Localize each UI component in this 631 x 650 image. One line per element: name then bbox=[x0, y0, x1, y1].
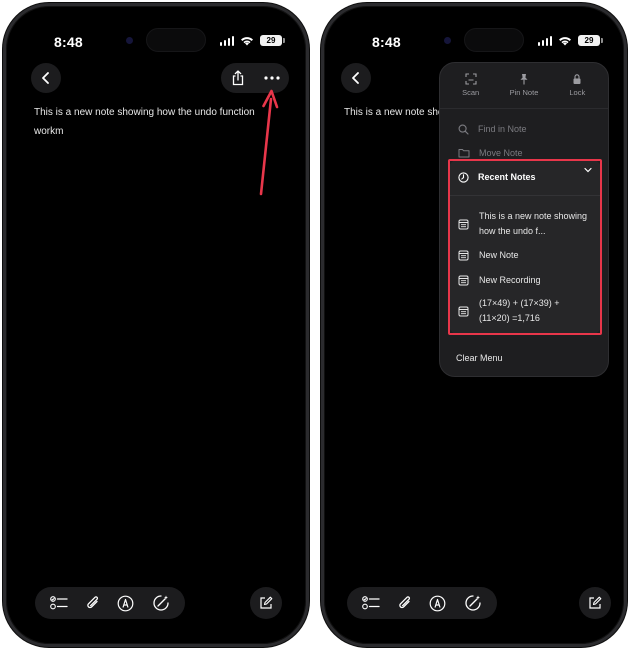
annotation-highlight-box bbox=[448, 159, 602, 335]
phone-right: 8:48 29 This is a new note showing how t… bbox=[321, 3, 627, 647]
note-body-text[interactable]: This is a new note showing how the undo … bbox=[344, 103, 444, 122]
compose-icon bbox=[589, 596, 602, 609]
pin-icon bbox=[520, 74, 528, 85]
menu-quick-actions: Scan Pin Note Lock bbox=[440, 63, 608, 107]
wifi-icon bbox=[559, 36, 571, 45]
checklist-icon[interactable] bbox=[362, 595, 380, 611]
note-options-menu: Scan Pin Note Lock Find in Note Move Not… bbox=[439, 62, 609, 377]
cellular-signal-icon bbox=[537, 35, 552, 46]
front-camera bbox=[126, 37, 133, 44]
magnifier-icon bbox=[458, 124, 469, 135]
pin-note-button[interactable]: Pin Note bbox=[499, 73, 549, 107]
scan-label: Scan bbox=[462, 88, 480, 97]
more-options-icon[interactable] bbox=[263, 76, 280, 80]
cellular-signal-icon bbox=[219, 35, 234, 46]
lock-button[interactable]: Lock bbox=[552, 73, 602, 107]
writing-tools-icon[interactable] bbox=[152, 594, 170, 612]
find-in-note-item[interactable]: Find in Note bbox=[440, 117, 608, 141]
pin-note-label: Pin Note bbox=[509, 88, 539, 97]
share-icon[interactable] bbox=[231, 70, 245, 86]
scan-icon bbox=[465, 73, 477, 85]
battery-icon: 29 bbox=[578, 35, 603, 46]
lock-icon bbox=[573, 74, 581, 84]
clear-menu-item[interactable]: Clear Menu bbox=[456, 353, 503, 363]
wifi-icon bbox=[241, 36, 253, 45]
bottom-toolbar bbox=[347, 587, 497, 619]
chevron-left-icon bbox=[352, 72, 359, 84]
note-actions-pill bbox=[221, 63, 289, 93]
markup-pen-icon[interactable] bbox=[117, 595, 134, 612]
back-button[interactable] bbox=[31, 63, 61, 93]
markup-pen-icon[interactable] bbox=[429, 595, 446, 612]
status-time: 8:48 bbox=[54, 34, 83, 50]
lock-label: Lock bbox=[569, 88, 586, 97]
move-note-label: Move Note bbox=[479, 148, 523, 158]
front-camera bbox=[444, 37, 451, 44]
dynamic-island bbox=[464, 28, 524, 52]
writing-tools-icon[interactable] bbox=[464, 594, 482, 612]
find-in-note-label: Find in Note bbox=[478, 124, 527, 134]
folder-icon bbox=[458, 149, 470, 158]
compose-button[interactable] bbox=[579, 587, 611, 619]
status-icons: 29 bbox=[537, 35, 603, 46]
back-button[interactable] bbox=[341, 63, 371, 93]
scan-button[interactable]: Scan bbox=[446, 73, 496, 107]
chevron-left-icon bbox=[42, 72, 49, 84]
paperclip-icon[interactable] bbox=[398, 594, 412, 612]
checklist-icon[interactable] bbox=[50, 595, 68, 611]
menu-divider bbox=[440, 108, 608, 109]
compose-button[interactable] bbox=[250, 587, 282, 619]
status-time: 8:48 bbox=[372, 34, 401, 50]
battery-icon: 29 bbox=[260, 35, 285, 46]
status-icons: 29 bbox=[219, 35, 285, 46]
compose-icon bbox=[260, 596, 273, 609]
note-body-text[interactable]: This is a new note showing how the undo … bbox=[34, 103, 274, 141]
paperclip-icon[interactable] bbox=[86, 594, 100, 612]
dynamic-island bbox=[146, 28, 206, 52]
bottom-toolbar bbox=[35, 587, 185, 619]
phone-left: 8:48 29 This is a new note showing how t… bbox=[3, 3, 309, 647]
